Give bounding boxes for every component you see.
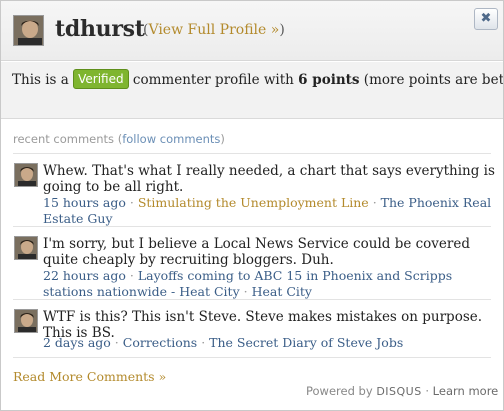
paren-close: ) <box>279 22 285 38</box>
recent-comments-label: recent comments <box>13 132 115 146</box>
follow-paren-close: ) <box>220 132 225 146</box>
close-icon: ✖ <box>480 11 492 26</box>
comment-time-link[interactable]: 22 hours ago <box>43 268 126 283</box>
commenter-profile-popup: tdhurst (View Full Profile ») ✖ This is … <box>0 0 504 411</box>
divider <box>13 357 491 358</box>
comment-avatar[interactable] <box>14 236 38 260</box>
meta-separator: · <box>129 268 134 283</box>
verified-badge: Verified <box>73 69 129 89</box>
profile-summary: This is a Verified commenter profile wit… <box>1 62 503 119</box>
powered-by: Powered by DISQUS · Learn more <box>306 384 498 398</box>
meta-separator: · <box>372 195 377 210</box>
comment-site-link[interactable]: The Secret Diary of Steve Jobs <box>209 335 403 350</box>
comment-post-link[interactable]: Corrections <box>123 335 197 350</box>
divider <box>13 153 491 154</box>
view-full-profile-link[interactable]: View Full Profile » <box>148 22 279 38</box>
summary-suffix: (more points are better). <box>363 72 504 88</box>
username[interactable]: tdhurst <box>55 16 145 42</box>
points-count: 6 points <box>298 72 360 88</box>
comment-time-link[interactable]: 2 days ago <box>43 335 111 350</box>
meta-separator: · <box>201 335 206 350</box>
comment-text: I'm sorry, but I believe a Local News Se… <box>43 236 471 268</box>
avatar-photo-icon <box>15 237 37 259</box>
learn-more-link[interactable]: Learn more <box>433 384 499 398</box>
divider <box>13 226 491 227</box>
avatar[interactable] <box>13 15 44 46</box>
meta-separator: · <box>129 195 134 210</box>
powered-by-label: Powered by <box>306 384 373 398</box>
divider <box>13 299 491 300</box>
comment-avatar[interactable] <box>14 163 38 187</box>
comment-site-link[interactable]: Heat City <box>252 284 312 299</box>
comment-meta: 22 hours ago · Layoffs coming to ABC 15 … <box>43 268 498 300</box>
footer-separator: · <box>425 384 430 398</box>
avatar-photo-icon <box>15 310 37 332</box>
comment-meta: 2 days ago · Corrections · The Secret Di… <box>43 335 498 351</box>
follow-comments-link[interactable]: follow comments <box>122 132 220 146</box>
profile-header: tdhurst (View Full Profile ») ✖ <box>1 1 503 61</box>
comment-text: Whew. That's what I really needed, a cha… <box>43 163 495 195</box>
meta-separator: · <box>114 335 119 350</box>
avatar-photo-icon <box>15 164 37 186</box>
comment-meta: 15 hours ago · Stimulating the Unemploym… <box>43 195 498 227</box>
summary-prefix: This is a <box>12 72 69 88</box>
comment-avatar[interactable] <box>14 309 38 333</box>
view-full-profile: (View Full Profile ») <box>143 22 285 38</box>
disqus-logo[interactable]: DISQUS <box>376 385 421 398</box>
read-more-comments-link[interactable]: Read More Comments » <box>13 369 166 384</box>
meta-separator: · <box>243 284 248 299</box>
comment-post-link[interactable]: Stimulating the Unemployment Line <box>138 195 369 210</box>
comment-time-link[interactable]: 15 hours ago <box>43 195 126 210</box>
recent-comments-heading: recent comments (follow comments) <box>13 132 225 146</box>
profile-summary-text: This is a Verified commenter profile wit… <box>12 69 504 89</box>
avatar-photo-icon <box>14 16 43 45</box>
close-button[interactable]: ✖ <box>474 8 498 30</box>
summary-middle: commenter profile with <box>132 72 294 88</box>
